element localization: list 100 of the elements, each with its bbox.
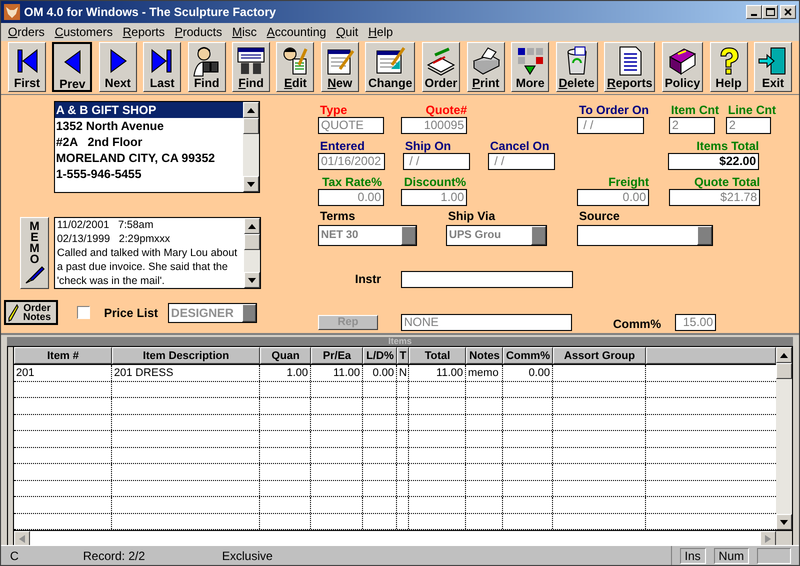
fox-icon bbox=[4, 4, 20, 20]
column-header[interactable]: L/D% bbox=[363, 347, 397, 364]
order-notes-button[interactable]: Order Notes bbox=[4, 300, 58, 326]
menu-item[interactable]: Orders bbox=[3, 22, 50, 41]
status-lock: Exclusive bbox=[222, 548, 274, 565]
toolbar-button[interactable]: Last bbox=[143, 42, 182, 92]
column-header[interactable]: Item # bbox=[14, 347, 112, 364]
comm-label: Comm% bbox=[613, 316, 662, 334]
scroll-thumb[interactable] bbox=[244, 234, 260, 250]
menu-item[interactable]: Help bbox=[363, 22, 398, 41]
maximize-button[interactable] bbox=[762, 4, 778, 19]
field-label: Cancel On bbox=[489, 139, 550, 154]
toolbar-button[interactable]: New bbox=[320, 42, 359, 92]
field-label: Terms bbox=[319, 209, 356, 224]
toolbar-button[interactable]: First bbox=[8, 42, 46, 92]
menu-item[interactable]: Accounting bbox=[262, 22, 332, 41]
field-label: Items Total bbox=[696, 139, 759, 154]
instr-field[interactable] bbox=[401, 270, 573, 288]
toolbar-button[interactable]: Prev bbox=[52, 42, 92, 92]
scroll-thumb[interactable] bbox=[243, 118, 259, 134]
minimize-icon bbox=[751, 14, 757, 16]
address-line[interactable]: 1352 North Avenue bbox=[55, 118, 243, 134]
minimize-button[interactable] bbox=[746, 4, 762, 19]
memo-text: 11/02/2001 7:58am bbox=[57, 218, 154, 232]
down-arrow-icon bbox=[247, 182, 255, 187]
price-list-label: Price List bbox=[104, 304, 158, 322]
scrollbar[interactable] bbox=[244, 218, 260, 288]
table-cell: 0.00 bbox=[503, 365, 553, 381]
toolbar-button[interactable]: Change bbox=[365, 42, 416, 92]
toolbar-button[interactable]: Find bbox=[188, 42, 226, 92]
dropdown-field[interactable] bbox=[577, 225, 713, 246]
field-label: Ship Via bbox=[447, 209, 496, 224]
items-title: Items bbox=[7, 337, 793, 346]
column-header[interactable]: Item Description bbox=[112, 347, 260, 364]
column-header[interactable]: Total bbox=[409, 347, 466, 364]
field-label: To Order On bbox=[578, 103, 649, 118]
scrollbar[interactable] bbox=[243, 102, 259, 192]
menu-item[interactable]: Reports bbox=[118, 22, 170, 41]
toolbar-button[interactable]: Order bbox=[422, 42, 460, 92]
table-cell: N bbox=[397, 365, 409, 381]
maximize-icon bbox=[766, 8, 774, 16]
papers-icon bbox=[425, 44, 458, 77]
column-header[interactable]: Comm% bbox=[503, 347, 553, 364]
field-label: Quote# bbox=[424, 103, 467, 118]
address-line[interactable]: 1-555-946-5455 bbox=[55, 166, 243, 182]
table-cell: 0.00 bbox=[363, 365, 397, 381]
address-line[interactable]: #2A 2nd Floor bbox=[55, 134, 243, 150]
up-arrow-icon bbox=[248, 224, 256, 229]
table-cell: 201 bbox=[14, 365, 112, 381]
column-header[interactable]: Quan bbox=[260, 347, 311, 364]
status-mode: C bbox=[10, 548, 20, 565]
toolbar-button[interactable]: Help bbox=[710, 42, 748, 92]
close-button[interactable] bbox=[780, 4, 796, 19]
field-label: Tax Rate% bbox=[321, 175, 383, 190]
down-arrow-icon bbox=[248, 278, 256, 283]
field-label: Item Cnt bbox=[670, 103, 719, 118]
menu-item[interactable]: Misc bbox=[227, 22, 262, 41]
column-header[interactable]: Notes bbox=[466, 347, 503, 364]
table-cell: memo bbox=[466, 365, 503, 381]
instr-label: Instr bbox=[355, 271, 382, 288]
toolbar-button[interactable]: Policy bbox=[662, 42, 704, 92]
input-field[interactable]: $22.00 bbox=[668, 153, 759, 170]
toolbar-button[interactable]: Exit bbox=[754, 42, 792, 92]
column-header[interactable]: T bbox=[397, 347, 409, 364]
pen-icon bbox=[24, 266, 44, 284]
close-icon bbox=[784, 8, 792, 16]
menu-item[interactable]: Customers bbox=[50, 22, 118, 41]
input-field[interactable]: 15.00 bbox=[675, 314, 716, 332]
memo-text: Called and talked with Mary Lou about a past due invoice. She said that the 'check was in the mail'. bbox=[57, 246, 238, 288]
field-label: Discount% bbox=[402, 175, 467, 190]
menu-item[interactable]: Quit bbox=[331, 22, 364, 41]
table-cell: 201 DRESS bbox=[112, 365, 260, 381]
status-indicator: Num bbox=[714, 548, 749, 564]
table-cell: 11.00 bbox=[409, 365, 466, 381]
memo-field[interactable]: 11/02/2001 7:58am 02/13/1999 2:29pmxxx Called and talked with Mary Lou about a past due invoice. She said that the 'check was in the mail'. bbox=[54, 217, 261, 290]
column-header[interactable]: Pr/Ea bbox=[311, 347, 363, 364]
scroll-thumb[interactable] bbox=[776, 363, 792, 380]
status-panel bbox=[757, 548, 791, 564]
status-record: Record: 2/2 bbox=[83, 548, 146, 565]
table-cell: 1.00 bbox=[260, 365, 311, 381]
price-list-checkbox[interactable] bbox=[77, 306, 90, 320]
address-list[interactable]: A & B GIFT SHOP 1352 North Avenue #2A 2nd Floor MORELAND CITY, CA 99352 1-555-946-5455 bbox=[54, 101, 260, 194]
column-header[interactable]: Assort Group bbox=[553, 347, 646, 364]
horizontal-scrollbar[interactable] bbox=[14, 530, 792, 546]
menu-item[interactable]: Products bbox=[170, 22, 228, 41]
list-binoculars-icon bbox=[235, 44, 268, 77]
toolbar-button[interactable]: Print bbox=[466, 42, 505, 92]
left-arrow-icon bbox=[19, 534, 25, 543]
toolbar-button[interactable]: Delete bbox=[556, 42, 598, 92]
toolbar-button[interactable]: Edit bbox=[276, 42, 314, 92]
scrollbar[interactable] bbox=[776, 347, 792, 530]
memo-button[interactable]: MEMO bbox=[20, 217, 49, 290]
toolbar-button[interactable]: More bbox=[511, 42, 550, 92]
toolbar-button[interactable]: Reports bbox=[604, 42, 656, 92]
toolbar-button[interactable]: Next bbox=[98, 42, 137, 92]
memo-text: 02/13/1999 2:29pmxxx bbox=[57, 232, 172, 246]
address-line[interactable]: MORELAND CITY, CA 99352 bbox=[55, 150, 243, 166]
table-cell: 11.00 bbox=[311, 365, 363, 381]
field-label: Source bbox=[578, 209, 620, 224]
toolbar-button[interactable]: Find bbox=[232, 42, 270, 92]
